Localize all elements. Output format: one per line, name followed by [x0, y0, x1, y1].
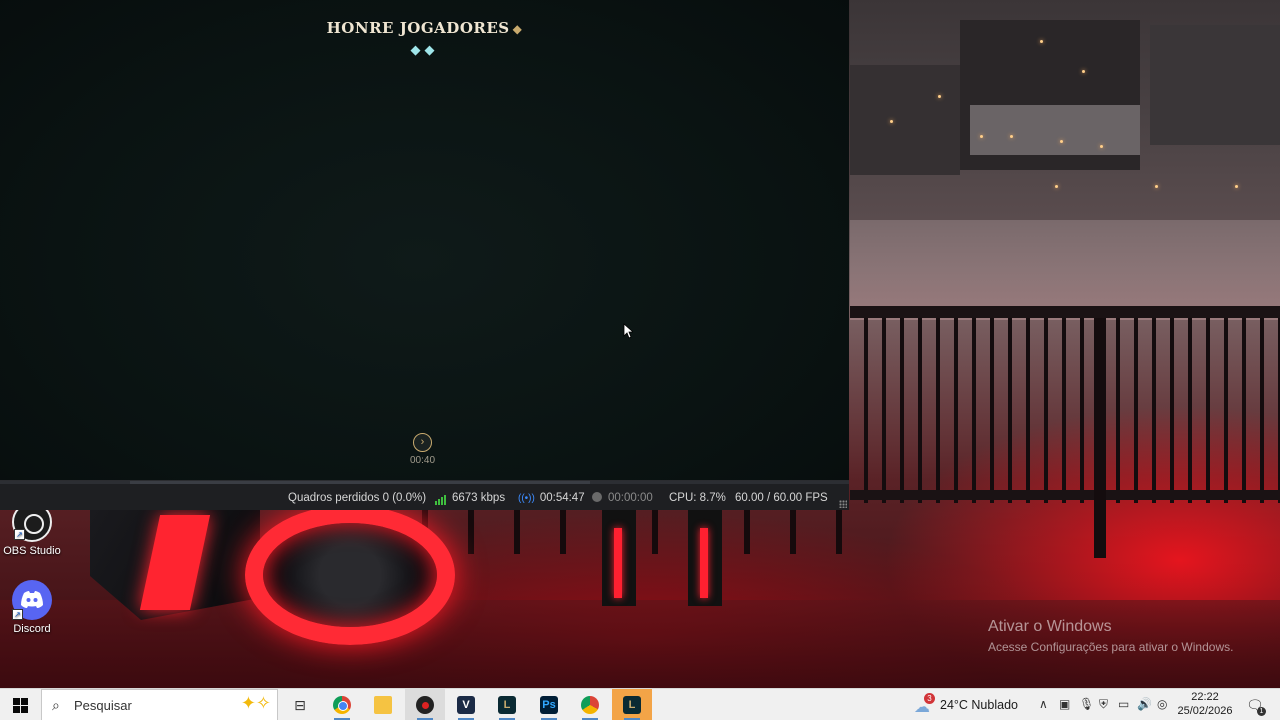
league-of-legends-icon: L [623, 696, 641, 714]
bitrate-status: 6673 kbps [435, 492, 505, 505]
gpu-icon[interactable]: ◎ [1157, 697, 1167, 711]
taskbar-clock[interactable]: 22:22 25/02/2026 [1172, 690, 1238, 718]
task-view-icon: ⊟ [294, 697, 306, 713]
taskbar-vegas[interactable]: V [446, 689, 486, 720]
clock-date: 25/02/2026 [1177, 705, 1233, 717]
fps-counter: 60.00 / 60.00 FPS [735, 492, 828, 504]
weather-text: 24°C Nublado [940, 698, 1018, 712]
signal-bars-icon [435, 493, 447, 505]
wallpaper-city [850, 0, 1280, 220]
wallpaper-glowing-wheel [245, 505, 455, 645]
desktop-icon-label: Discord [13, 623, 51, 635]
notifications-badge: 1 [1257, 707, 1266, 716]
discord-icon: ↗ [12, 580, 52, 620]
chrome-icon [333, 696, 351, 714]
activate-subtitle: Acesse Configurações para ativar o Windo… [988, 640, 1234, 654]
chevron-right-icon: › [420, 436, 425, 448]
honor-gem-icon: ◆ [512, 22, 523, 36]
desktop-icon-obs[interactable]: ↗ OBS Studio [0, 502, 64, 557]
chrome-profile-icon [581, 696, 599, 714]
desktop-icon-discord[interactable]: ↗ Discord [0, 580, 64, 635]
taskbar-photoshop[interactable]: Ps [529, 689, 569, 720]
honor-title: HONRE JOGADORES ◆ [326, 19, 523, 37]
dropped-frames: Quadros perdidos 0 (0.0%) [288, 492, 427, 504]
wallpaper-railing [850, 318, 1280, 503]
cpu-usage: CPU: 8.7% [669, 492, 726, 504]
clock-time: 22:22 [1191, 691, 1219, 703]
countdown-timer: 00:40 [409, 455, 436, 466]
desktop-icon-label: OBS Studio [3, 545, 61, 557]
start-button[interactable] [0, 689, 40, 720]
vegas-icon: V [457, 696, 475, 714]
chevron-up-icon[interactable]: ∧ [1039, 697, 1048, 711]
activate-windows-watermark: Ativar o Windows Acesse Configurações pa… [988, 618, 1233, 654]
taskbar: ⌕ Pesquisar ✦✧ ⊟ V L Ps L ☁ 3 24°C Nubla… [0, 688, 1280, 720]
security-icon[interactable]: ⛨ [1099, 697, 1108, 712]
copilot-sparkle-icon: ✦✧ [240, 693, 271, 713]
league-icon: L [498, 696, 516, 714]
record-icon [592, 492, 602, 502]
folder-icon [374, 696, 392, 714]
honor-gems-icon: ◆◆ [410, 42, 439, 57]
microphone-icon[interactable]: 🎙 [1079, 697, 1094, 711]
continue-button[interactable]: › [413, 433, 432, 452]
record-time: 00:00:00 [592, 492, 653, 504]
obs-status-bar: Quadros perdidos 0 (0.0%) 6673 kbps ((•)… [0, 480, 849, 510]
taskbar-obs[interactable] [405, 689, 445, 720]
stream-time: ((•)) 00:54:47 [518, 492, 585, 504]
camera-icon[interactable]: ▣ [1059, 697, 1070, 711]
photoshop-icon: Ps [540, 696, 558, 714]
streaming-icon: ((•)) [518, 493, 535, 504]
mouse-cursor-icon [623, 323, 633, 339]
taskbar-task-view[interactable]: ⊟ [280, 689, 320, 720]
taskbar-file-explorer[interactable] [363, 689, 403, 720]
volume-icon[interactable]: 🔊 [1137, 697, 1152, 711]
taskbar-chrome-profile[interactable] [570, 689, 610, 720]
wallpaper-water [850, 220, 1280, 320]
game-window[interactable]: HONRE JOGADORES ◆ ◆◆ › 00:40 [0, 0, 849, 480]
taskbar-league-of-legends[interactable]: L [612, 689, 652, 720]
weather-badge: 3 [924, 693, 935, 704]
taskbar-search[interactable]: ⌕ Pesquisar ✦✧ [41, 689, 278, 720]
resize-grip-icon[interactable] [839, 500, 847, 508]
search-placeholder: Pesquisar [74, 698, 132, 713]
activate-title: Ativar o Windows [988, 618, 1112, 635]
windows-logo-icon [13, 698, 28, 713]
network-icon[interactable]: ▭ [1118, 697, 1129, 711]
taskbar-league-client[interactable]: L [487, 689, 527, 720]
search-icon: ⌕ [52, 697, 60, 713]
obs-icon [416, 696, 434, 714]
taskbar-chrome[interactable] [322, 689, 362, 720]
